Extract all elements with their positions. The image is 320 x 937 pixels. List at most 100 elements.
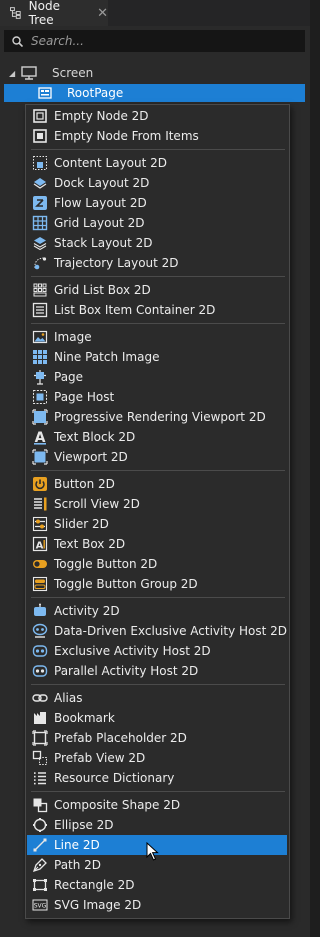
tab-bar: Node Tree ✕ bbox=[0, 0, 310, 27]
menu-separator bbox=[31, 791, 285, 792]
menu-item-alias[interactable]: Alias bbox=[27, 688, 287, 708]
menu-item-prefab-placeholder[interactable]: Prefab Placeholder 2D bbox=[27, 728, 287, 748]
close-icon[interactable]: ✕ bbox=[97, 7, 108, 20]
menu-item-label: Slider 2D bbox=[54, 517, 109, 531]
menu-item-prefab-view[interactable]: Prefab View 2D bbox=[27, 748, 287, 768]
menu-item-label: Page bbox=[54, 370, 84, 384]
menu-item-label: Rectangle 2D bbox=[54, 878, 135, 892]
menu-item-label: Text Block 2D bbox=[54, 430, 136, 444]
menu-item-bookmark[interactable]: Bookmark bbox=[27, 708, 287, 728]
search-input[interactable]: Search... bbox=[4, 30, 305, 52]
button-icon bbox=[33, 477, 47, 491]
menu-item-label: Page Host bbox=[54, 390, 115, 404]
menu-item-label: Dock Layout 2D bbox=[54, 176, 150, 190]
exclusive-activity-host-icon bbox=[32, 645, 48, 657]
tree-node-screen[interactable]: ◢ Screen bbox=[0, 63, 310, 83]
menu-item-grid-list-box[interactable]: Grid List Box 2D bbox=[27, 280, 287, 300]
mouse-cursor-icon bbox=[146, 842, 159, 861]
menu-item-label: Exclusive Activity Host 2D bbox=[54, 644, 211, 658]
menu-item-label: Empty Node 2D bbox=[54, 109, 149, 123]
tree-node-label: RootPage bbox=[67, 86, 124, 100]
rectangle-icon bbox=[33, 879, 47, 891]
menu-item-flow-layout[interactable]: Flow Layout 2D bbox=[27, 193, 287, 213]
toggle-button-group-icon bbox=[32, 576, 48, 592]
expand-arrow-icon[interactable]: ◢ bbox=[9, 69, 15, 78]
menu-item-toggle-button[interactable]: Toggle Button 2D bbox=[27, 554, 287, 574]
menu-item-exclusive-activity-host[interactable]: Exclusive Activity Host 2D bbox=[27, 641, 287, 661]
tab-node-tree[interactable]: Node Tree ✕ bbox=[0, 0, 108, 27]
menu-item-composite-shape[interactable]: Composite Shape 2D bbox=[27, 795, 287, 815]
menu-item-dock-layout[interactable]: Dock Layout 2D bbox=[27, 173, 287, 193]
menu-separator bbox=[31, 276, 285, 277]
nine-patch-image-icon bbox=[33, 350, 47, 364]
empty-node-items-icon bbox=[33, 129, 47, 143]
page-host-icon bbox=[33, 390, 47, 404]
text-box-icon: A bbox=[32, 536, 48, 552]
menu-item-viewport[interactable]: Viewport 2D bbox=[27, 447, 287, 467]
menu-item-empty-node[interactable]: Empty Node 2D bbox=[27, 106, 287, 126]
tab-title: Node Tree bbox=[28, 0, 60, 27]
menu-item-label: Image bbox=[54, 330, 92, 344]
menu-separator bbox=[31, 470, 285, 471]
menu-item-scroll-view[interactable]: Scroll View 2D bbox=[27, 494, 287, 514]
menu-separator bbox=[31, 684, 285, 685]
menu-item-button[interactable]: Button 2D bbox=[27, 474, 287, 494]
svg-text:A: A bbox=[35, 430, 46, 445]
menu-item-page[interactable]: Page bbox=[27, 367, 287, 387]
menu-item-text-box[interactable]: A Text Box 2D bbox=[27, 534, 287, 554]
path-icon bbox=[32, 858, 47, 873]
menu-item-label: Nine Patch Image bbox=[54, 350, 160, 364]
parallel-activity-host-icon bbox=[32, 665, 48, 677]
menu-item-rectangle[interactable]: Rectangle 2D bbox=[27, 875, 287, 895]
menu-item-slider[interactable]: Slider 2D bbox=[27, 514, 287, 534]
menu-item-label: Grid Layout 2D bbox=[54, 216, 145, 230]
menu-item-label: Flow Layout 2D bbox=[54, 196, 147, 210]
menu-item-label: Text Box 2D bbox=[54, 537, 126, 551]
menu-item-label: Path 2D bbox=[54, 858, 102, 872]
page-icon bbox=[38, 87, 52, 99]
menu-item-page-host[interactable]: Page Host bbox=[27, 387, 287, 407]
menu-item-progressive-viewport[interactable]: Progressive Rendering Viewport 2D bbox=[27, 407, 287, 427]
menu-item-label: Bookmark bbox=[54, 711, 115, 725]
menu-item-label: Toggle Button 2D bbox=[54, 557, 158, 571]
tree-node-label: Screen bbox=[52, 66, 94, 80]
toggle-button-icon bbox=[33, 560, 47, 568]
menu-separator bbox=[31, 323, 285, 324]
grid-layout-icon bbox=[32, 215, 48, 231]
menu-item-label: Progressive Rendering Viewport 2D bbox=[54, 410, 266, 424]
menu-item-activity[interactable]: Activity 2D bbox=[27, 601, 287, 621]
menu-item-label: Prefab Placeholder 2D bbox=[54, 731, 187, 745]
menu-item-ellipse[interactable]: Ellipse 2D bbox=[27, 815, 287, 835]
menu-item-label: Content Layout 2D bbox=[54, 156, 168, 170]
menu-item-toggle-button-group[interactable]: Toggle Button Group 2D bbox=[27, 574, 287, 594]
menu-item-svg-image[interactable]: SVG SVG Image 2D bbox=[27, 895, 287, 915]
bookmark-icon bbox=[34, 712, 46, 724]
menu-item-text-block[interactable]: A Text Block 2D bbox=[27, 427, 287, 447]
menu-item-data-driven-activity-host[interactable]: Data-Driven Exclusive Activity Host 2D bbox=[27, 621, 287, 641]
menu-item-label: Viewport 2D bbox=[54, 450, 128, 464]
menu-item-trajectory-layout[interactable]: Trajectory Layout 2D bbox=[27, 253, 287, 273]
composite-shape-icon bbox=[33, 798, 48, 813]
menu-item-list-box-item-container[interactable]: List Box Item Container 2D bbox=[27, 300, 287, 320]
menu-separator bbox=[31, 597, 285, 598]
menu-item-label: Button 2D bbox=[54, 477, 115, 491]
screen-icon bbox=[21, 66, 37, 80]
scroll-view-icon bbox=[34, 497, 47, 511]
tree-node-rootpage[interactable]: RootPage bbox=[4, 84, 305, 102]
menu-item-content-layout[interactable]: Content Layout 2D bbox=[27, 153, 287, 173]
grid-list-box-icon bbox=[33, 283, 47, 297]
node-tree-icon bbox=[10, 7, 21, 19]
menu-item-grid-layout[interactable]: Grid Layout 2D bbox=[27, 213, 287, 233]
dock-layout-icon bbox=[33, 178, 47, 189]
menu-item-label: Data-Driven Exclusive Activity Host 2D bbox=[54, 624, 287, 638]
menu-item-resource-dictionary[interactable]: Resource Dictionary bbox=[27, 768, 287, 788]
menu-item-image[interactable]: Image bbox=[27, 327, 287, 347]
menu-item-empty-node-items[interactable]: Empty Node From Items bbox=[27, 126, 287, 146]
menu-item-label: Toggle Button Group 2D bbox=[54, 577, 198, 591]
add-node-context-menu: Empty Node 2D Empty Node From Items Conten… bbox=[25, 104, 290, 919]
menu-item-parallel-activity-host[interactable]: Parallel Activity Host 2D bbox=[27, 661, 287, 681]
menu-item-nine-patch-image[interactable]: Nine Patch Image bbox=[27, 347, 287, 367]
menu-item-label: Stack Layout 2D bbox=[54, 236, 153, 250]
empty-node-icon bbox=[33, 109, 47, 123]
menu-item-stack-layout[interactable]: Stack Layout 2D bbox=[27, 233, 287, 253]
